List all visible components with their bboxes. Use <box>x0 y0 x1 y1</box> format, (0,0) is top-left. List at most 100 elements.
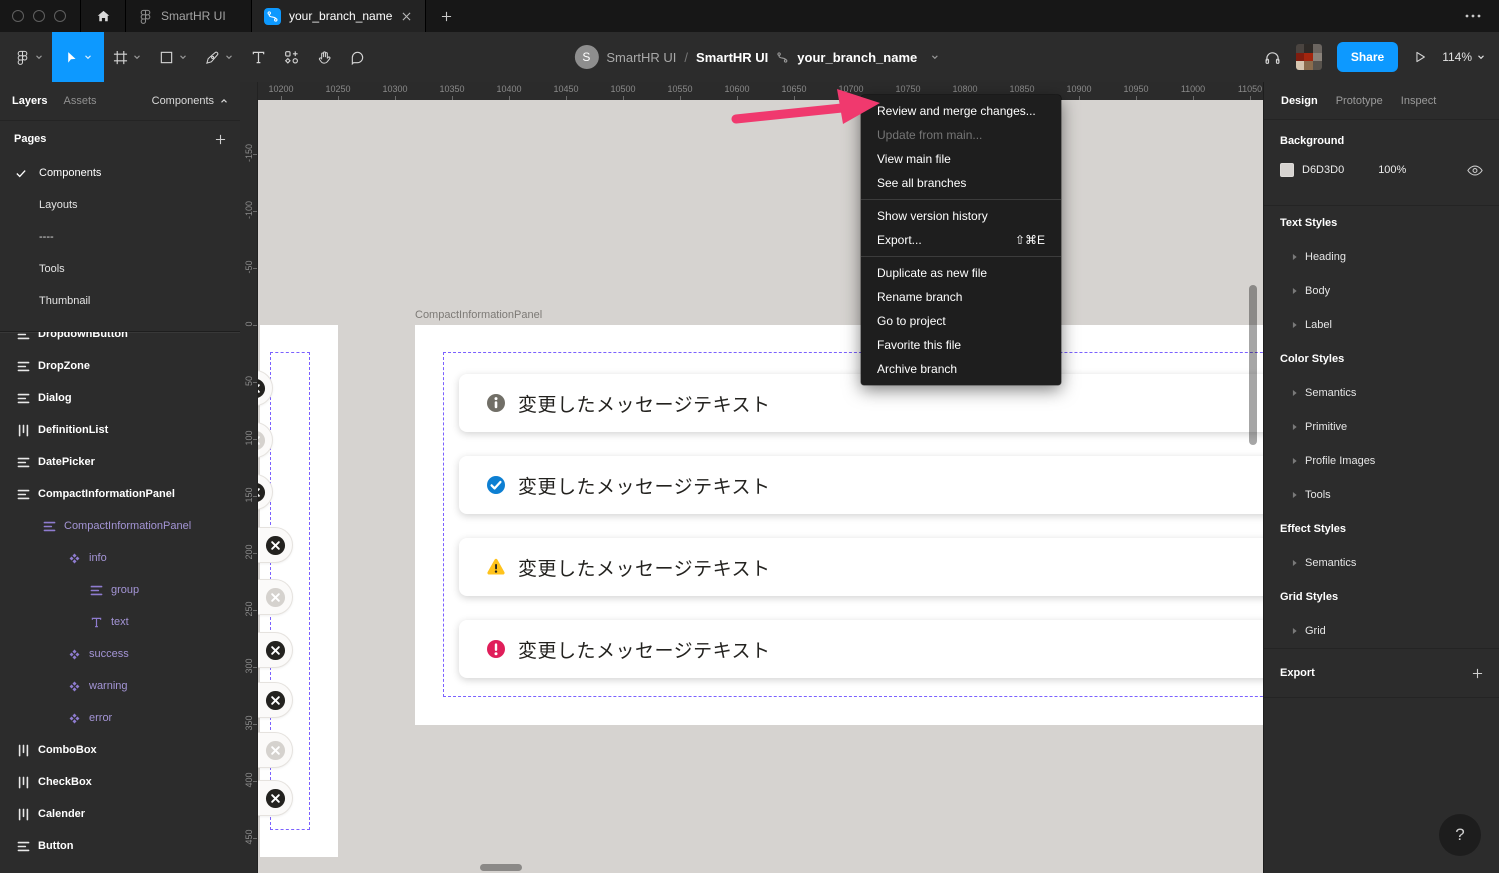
menu-item-review-and-merge-changes[interactable]: Review and merge changes... <box>861 99 1061 123</box>
style-item-primitive[interactable]: Primitive <box>1264 410 1499 444</box>
tab-design[interactable]: Design <box>1281 95 1318 107</box>
breadcrumb-branch[interactable]: your_branch_name <box>797 50 917 65</box>
style-item-heading[interactable]: Heading <box>1264 240 1499 274</box>
close-window-icon[interactable] <box>12 10 24 22</box>
menu-item-export[interactable]: Export...⇧⌘E <box>861 228 1061 252</box>
tag-chip[interactable] <box>258 632 293 668</box>
visibility-eye-icon[interactable] <box>1467 165 1483 176</box>
menu-item-see-all-branches[interactable]: See all branches <box>861 171 1061 195</box>
layer-row-dialog[interactable]: Dialog <box>0 382 240 414</box>
horizontal-scrollbar[interactable] <box>480 864 522 871</box>
color-swatch[interactable] <box>1280 163 1294 177</box>
layer-row-compactinformationpanel[interactable]: CompactInformationPanel <box>0 510 240 542</box>
zoom-level-control[interactable]: 114% <box>1442 50 1485 64</box>
layer-row-info[interactable]: info <box>0 542 240 574</box>
background-opacity-value[interactable]: 100% <box>1378 164 1406 176</box>
menu-item-go-to-project[interactable]: Go to project <box>861 309 1061 333</box>
background-hex-value[interactable]: D6D3D0 <box>1302 164 1344 176</box>
style-item-profile-images[interactable]: Profile Images <box>1264 444 1499 478</box>
remove-chip-icon[interactable] <box>265 690 286 711</box>
main-menu-button[interactable] <box>6 32 52 82</box>
layer-row-calender[interactable]: Calender <box>0 798 240 830</box>
tab-assets[interactable]: Assets <box>63 95 96 107</box>
layer-row-dropdownbutton[interactable]: DropdownButton <box>0 332 240 350</box>
tag-chip[interactable] <box>258 732 293 768</box>
page-selector[interactable]: Components <box>152 95 228 107</box>
canvas[interactable]: CompactInformationPanel 変更したメッセージテキスト変更し… <box>258 82 1263 873</box>
remove-chip-icon[interactable] <box>258 482 266 503</box>
layer-row-error[interactable]: error <box>0 702 240 734</box>
remove-chip-icon[interactable] <box>265 640 286 661</box>
menu-item-rename-branch[interactable]: Rename branch <box>861 285 1061 309</box>
message-card-success[interactable]: 変更したメッセージテキスト <box>459 456 1263 514</box>
layer-row-combobox[interactable]: ComboBox <box>0 734 240 766</box>
tag-chip[interactable] <box>258 780 293 816</box>
layer-row-button[interactable]: Button <box>0 830 240 862</box>
breadcrumb-file[interactable]: SmartHR UI <box>696 50 768 65</box>
frame-tool-button[interactable] <box>104 32 150 82</box>
layer-row-compactinformationpanel[interactable]: CompactInformationPanel <box>0 478 240 510</box>
window-controls[interactable] <box>0 0 80 32</box>
menu-item-duplicate-as-new-file[interactable]: Duplicate as new file <box>861 261 1061 285</box>
share-button[interactable]: Share <box>1337 42 1398 72</box>
layer-row-text[interactable]: text <box>0 606 240 638</box>
menu-item-show-version-history[interactable]: Show version history <box>861 204 1061 228</box>
audio-headphones-icon[interactable] <box>1264 49 1281 66</box>
tab-layers[interactable]: Layers <box>12 95 47 107</box>
export-section-header[interactable]: Export <box>1264 649 1499 697</box>
layer-row-checkbox[interactable]: CheckBox <box>0 766 240 798</box>
text-tool-button[interactable] <box>242 32 275 82</box>
resources-button[interactable] <box>275 32 308 82</box>
maximize-window-icon[interactable] <box>54 10 66 22</box>
remove-chip-icon[interactable] <box>265 788 286 809</box>
page-item-----[interactable]: ---- <box>0 221 240 253</box>
style-item-semantics[interactable]: Semantics <box>1264 546 1499 580</box>
file-menu-chevron-icon[interactable] <box>931 53 939 61</box>
tab-prototype[interactable]: Prototype <box>1336 95 1383 107</box>
present-play-icon[interactable] <box>1413 50 1427 64</box>
frame-title[interactable]: CompactInformationPanel <box>415 309 542 321</box>
remove-chip-icon[interactable] <box>258 430 266 451</box>
move-tool-button[interactable] <box>52 32 104 82</box>
layer-row-group[interactable]: group <box>0 574 240 606</box>
style-item-grid[interactable]: Grid <box>1264 614 1499 648</box>
layer-row-warning[interactable]: warning <box>0 670 240 702</box>
tag-chip[interactable] <box>258 527 293 563</box>
message-card-warning[interactable]: 変更したメッセージテキスト <box>459 538 1263 596</box>
layer-row-definitionlist[interactable]: DefinitionList <box>0 414 240 446</box>
add-page-icon[interactable] <box>215 134 226 145</box>
style-item-body[interactable]: Body <box>1264 274 1499 308</box>
remove-chip-icon[interactable] <box>265 587 286 608</box>
remove-chip-icon[interactable] <box>265 740 286 761</box>
page-item-components[interactable]: Components <box>0 157 240 189</box>
pen-tool-button[interactable] <box>196 32 242 82</box>
layer-row-success[interactable]: success <box>0 638 240 670</box>
page-item-layouts[interactable]: Layouts <box>0 189 240 221</box>
home-button[interactable] <box>80 0 126 32</box>
minimize-window-icon[interactable] <box>33 10 45 22</box>
user-avatar[interactable] <box>1296 44 1322 70</box>
breadcrumb-project[interactable]: SmartHR UI <box>606 50 676 65</box>
menu-item-archive-branch[interactable]: Archive branch <box>861 357 1061 381</box>
message-card-error[interactable]: 変更したメッセージテキスト <box>459 620 1263 678</box>
tab-your-branch-name[interactable]: your_branch_name <box>252 0 426 32</box>
new-tab-button[interactable] <box>426 0 466 32</box>
layer-row-dropzone[interactable]: DropZone <box>0 350 240 382</box>
hand-tool-button[interactable] <box>308 32 341 82</box>
close-tab-icon[interactable] <box>400 10 413 23</box>
remove-chip-icon[interactable] <box>265 535 286 556</box>
menu-item-favorite-this-file[interactable]: Favorite this file <box>861 333 1061 357</box>
menu-item-view-main-file[interactable]: View main file <box>861 147 1061 171</box>
remove-chip-icon[interactable] <box>258 378 266 399</box>
layer-row-datepicker[interactable]: DatePicker <box>0 446 240 478</box>
shape-tool-button[interactable] <box>150 32 196 82</box>
tag-chip[interactable] <box>258 579 293 615</box>
tab-smarthr-ui[interactable]: SmartHR UI <box>126 0 252 32</box>
add-export-icon[interactable] <box>1472 668 1483 679</box>
style-item-tools[interactable]: Tools <box>1264 478 1499 512</box>
style-item-label[interactable]: Label <box>1264 308 1499 342</box>
tag-chip[interactable] <box>258 682 293 718</box>
vertical-scrollbar[interactable] <box>1249 285 1257 445</box>
help-button[interactable]: ? <box>1439 814 1481 856</box>
comment-tool-button[interactable] <box>341 32 374 82</box>
